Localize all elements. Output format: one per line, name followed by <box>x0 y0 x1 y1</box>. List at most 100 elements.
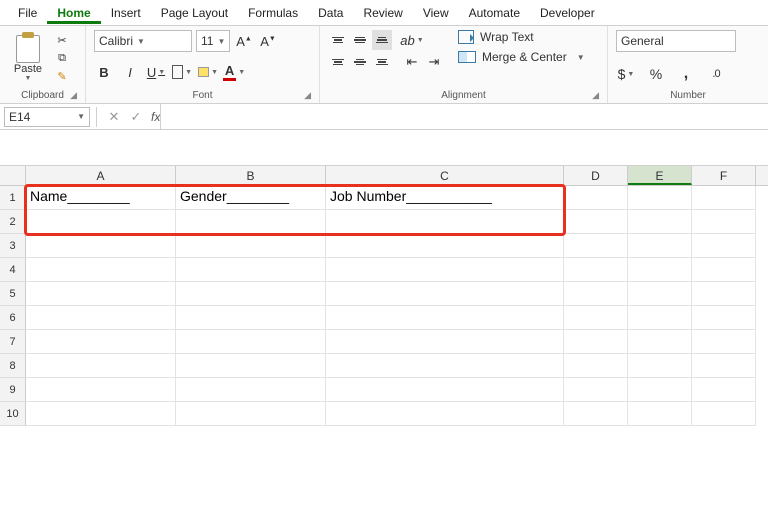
cell-D8[interactable] <box>564 354 628 378</box>
row-header-5[interactable]: 5 <box>0 282 26 306</box>
underline-button[interactable]: U▼ <box>146 62 166 82</box>
cell-D10[interactable] <box>564 402 628 426</box>
clipboard-dialog-launcher[interactable]: ◢ <box>70 90 77 101</box>
cell-E9[interactable] <box>628 378 692 402</box>
cell-B9[interactable] <box>176 378 326 402</box>
cell-B4[interactable] <box>176 258 326 282</box>
col-header-B[interactable]: B <box>176 166 326 185</box>
row-header-6[interactable]: 6 <box>0 306 26 330</box>
cell-D6[interactable] <box>564 306 628 330</box>
row-header-10[interactable]: 10 <box>0 402 26 426</box>
cell-E5[interactable] <box>628 282 692 306</box>
formula-bar[interactable] <box>160 104 768 130</box>
align-left-button[interactable] <box>328 52 348 72</box>
align-right-button[interactable] <box>372 52 392 72</box>
cell-D5[interactable] <box>564 282 628 306</box>
cell-C6[interactable] <box>326 306 564 330</box>
bold-button[interactable]: B <box>94 62 114 82</box>
cell-A4[interactable] <box>26 258 176 282</box>
copy-button[interactable]: ⧉ <box>52 50 72 66</box>
font-color-button[interactable]: A▼ <box>224 62 244 82</box>
cell-A7[interactable] <box>26 330 176 354</box>
font-name-combo[interactable]: Calibri▼ <box>94 30 192 52</box>
tab-page-layout[interactable]: Page Layout <box>151 2 238 24</box>
cell-C2[interactable] <box>326 210 564 234</box>
cell-B3[interactable] <box>176 234 326 258</box>
cell-E6[interactable] <box>628 306 692 330</box>
wrap-text-button[interactable]: Wrap Text <box>458 30 585 44</box>
cell-B5[interactable] <box>176 282 326 306</box>
cell-A1[interactable]: Name________ <box>26 186 176 210</box>
tab-file[interactable]: File <box>8 2 47 24</box>
col-header-D[interactable]: D <box>564 166 628 185</box>
align-middle-button[interactable] <box>350 30 370 50</box>
italic-button[interactable]: I <box>120 62 140 82</box>
select-all-corner[interactable] <box>0 166 26 185</box>
col-header-C[interactable]: C <box>326 166 564 185</box>
cell-A6[interactable] <box>26 306 176 330</box>
align-top-button[interactable] <box>328 30 348 50</box>
cell-A8[interactable] <box>26 354 176 378</box>
cell-C9[interactable] <box>326 378 564 402</box>
cell-D3[interactable] <box>564 234 628 258</box>
row-header-9[interactable]: 9 <box>0 378 26 402</box>
cancel-formula-button[interactable]: ✕ <box>103 109 125 125</box>
cell-B10[interactable] <box>176 402 326 426</box>
cell-F2[interactable] <box>692 210 756 234</box>
row-header-3[interactable]: 3 <box>0 234 26 258</box>
cell-B8[interactable] <box>176 354 326 378</box>
fx-label[interactable]: fx <box>151 110 160 124</box>
borders-button[interactable]: ▼ <box>172 62 192 82</box>
cell-E7[interactable] <box>628 330 692 354</box>
increase-font-button[interactable]: A▲ <box>234 31 254 51</box>
tab-automate[interactable]: Automate <box>459 2 530 24</box>
font-size-combo[interactable]: 11▼ <box>196 30 230 52</box>
cell-F4[interactable] <box>692 258 756 282</box>
cell-C7[interactable] <box>326 330 564 354</box>
col-header-A[interactable]: A <box>26 166 176 185</box>
cell-C8[interactable] <box>326 354 564 378</box>
number-format-combo[interactable]: General <box>616 30 736 52</box>
cell-A10[interactable] <box>26 402 176 426</box>
cell-A3[interactable] <box>26 234 176 258</box>
format-painter-button[interactable]: ✎ <box>52 68 72 84</box>
cell-C3[interactable] <box>326 234 564 258</box>
enter-formula-button[interactable]: ✓ <box>125 109 147 125</box>
cell-F3[interactable] <box>692 234 756 258</box>
cell-D9[interactable] <box>564 378 628 402</box>
tab-formulas[interactable]: Formulas <box>238 2 308 24</box>
cell-D2[interactable] <box>564 210 628 234</box>
cell-B1[interactable]: Gender________ <box>176 186 326 210</box>
orientation-button[interactable]: ab▼ <box>402 30 422 50</box>
cell-C1[interactable]: Job Number___________ <box>326 186 564 210</box>
col-header-F[interactable]: F <box>692 166 756 185</box>
cell-E2[interactable] <box>628 210 692 234</box>
increase-decimal-button[interactable]: .0 <box>706 64 726 84</box>
cell-F6[interactable] <box>692 306 756 330</box>
cut-button[interactable]: ✂ <box>52 32 72 48</box>
cell-B2[interactable] <box>176 210 326 234</box>
align-bottom-button[interactable] <box>372 30 392 50</box>
cell-A2[interactable] <box>26 210 176 234</box>
row-header-4[interactable]: 4 <box>0 258 26 282</box>
row-header-1[interactable]: 1 <box>0 186 26 210</box>
cell-A5[interactable] <box>26 282 176 306</box>
currency-button[interactable]: ▼ <box>616 64 636 84</box>
comma-button[interactable] <box>676 64 696 84</box>
decrease-font-button[interactable]: A▼ <box>258 31 278 51</box>
cell-F5[interactable] <box>692 282 756 306</box>
tab-home[interactable]: Home <box>47 2 100 24</box>
cell-B7[interactable] <box>176 330 326 354</box>
cell-F7[interactable] <box>692 330 756 354</box>
cell-D4[interactable] <box>564 258 628 282</box>
row-header-7[interactable]: 7 <box>0 330 26 354</box>
cell-E4[interactable] <box>628 258 692 282</box>
percent-button[interactable] <box>646 64 666 84</box>
alignment-dialog-launcher[interactable]: ◢ <box>592 90 599 101</box>
decrease-indent-button[interactable]: ⇤ <box>402 52 422 72</box>
merge-center-button[interactable]: Merge & Center ▼ <box>458 50 585 64</box>
cell-F1[interactable] <box>692 186 756 210</box>
align-center-button[interactable] <box>350 52 370 72</box>
tab-developer[interactable]: Developer <box>530 2 605 24</box>
cell-D7[interactable] <box>564 330 628 354</box>
